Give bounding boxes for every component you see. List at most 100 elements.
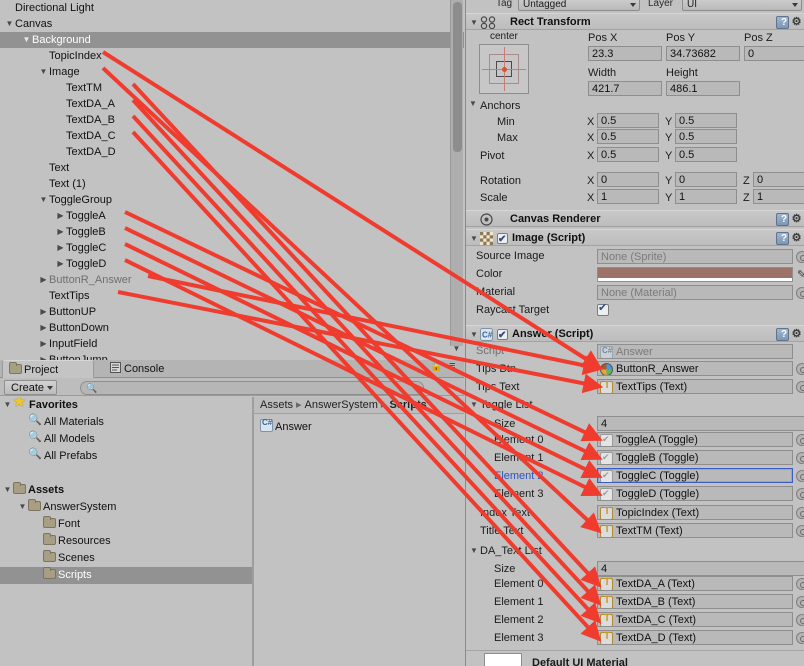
chevron-right-icon[interactable] — [55, 240, 66, 256]
hierarchy-item-buttonr-answer[interactable]: ButtonR_Answer — [0, 272, 464, 288]
project-tree-item-font[interactable]: Font — [0, 516, 252, 533]
breadcrumb-item[interactable]: AnswerSystem — [305, 399, 378, 411]
hierarchy-item-textda-a[interactable]: TextDA_A — [0, 96, 464, 112]
da-text-list-element-0-picker[interactable] — [796, 578, 804, 590]
width-field[interactable]: 421.7 — [588, 81, 662, 96]
chevron-down-icon[interactable] — [2, 397, 13, 413]
hierarchy-item-textda-d[interactable]: TextDA_D — [0, 144, 464, 160]
height-field[interactable]: 486.1 — [666, 81, 740, 96]
anchor-min-y-field[interactable]: 0.5 — [675, 113, 737, 128]
hierarchy-panel[interactable]: Directional Light Canvas Background TopicIn… — [0, 0, 464, 360]
chevron-down-icon[interactable] — [17, 499, 28, 515]
tips-btn-field[interactable]: ButtonR_Answer — [597, 361, 793, 376]
da-text-list-element-1-field[interactable]: TextDA_B (Text) — [597, 594, 793, 609]
toggle-list-element-3-picker[interactable] — [796, 488, 804, 500]
answer-enabled-checkbox[interactable] — [497, 327, 508, 344]
lock-icon[interactable] — [428, 361, 442, 375]
da-text-list-element-2-field[interactable]: TextDA_C (Text) — [597, 612, 793, 627]
gear-icon[interactable] — [790, 16, 803, 29]
pos-y-field[interactable]: 34.73682 — [666, 46, 740, 61]
hierarchy-item-toggled[interactable]: ToggleD — [0, 256, 464, 272]
hierarchy-scrollbar[interactable] — [450, 0, 463, 346]
chevron-down-icon[interactable] — [2, 482, 13, 498]
da-text-list-element-1-picker[interactable] — [796, 596, 804, 608]
da-text-list-element-3-field[interactable]: TextDA_D (Text) — [597, 630, 793, 645]
tag-dropdown[interactable]: Untagged — [518, 0, 640, 11]
chevron-down-icon[interactable]: ▼ — [469, 230, 479, 247]
chevron-right-icon[interactable] — [55, 256, 66, 272]
tips-text-picker[interactable] — [796, 381, 804, 393]
image-enabled-checkbox[interactable] — [497, 231, 508, 248]
canvas-renderer-header[interactable]: Canvas Renderer — [466, 210, 804, 228]
hierarchy-item-text[interactable]: Text — [0, 160, 464, 176]
title-text-picker[interactable] — [796, 525, 804, 537]
options-menu-icon[interactable] — [447, 360, 461, 375]
pivot-x-field[interactable]: 0.5 — [597, 147, 659, 162]
chevron-right-icon[interactable] — [38, 320, 49, 336]
breadcrumb-item[interactable]: Scripts — [389, 399, 426, 411]
project-tree-item-answersystem[interactable]: AnswerSystem — [0, 499, 252, 516]
source-image-field[interactable]: None (Sprite) — [597, 249, 793, 264]
source-image-picker[interactable] — [796, 251, 804, 263]
da-text-list-element-0-field[interactable]: TextDA_A (Text) — [597, 576, 793, 591]
tab-console[interactable]: Console — [104, 360, 172, 378]
hierarchy-item-texttm[interactable]: TextTM — [0, 80, 464, 96]
hierarchy-item-inputfield[interactable]: InputField — [0, 336, 464, 352]
index-text-field[interactable]: TopicIndex (Text) — [597, 505, 793, 520]
chevron-right-icon[interactable] — [38, 336, 49, 352]
hierarchy-item-textda-b[interactable]: TextDA_B — [0, 112, 464, 128]
material-picker[interactable] — [796, 287, 804, 299]
asset-item-answer[interactable]: Answer — [260, 418, 312, 433]
help-icon[interactable] — [776, 211, 789, 228]
chevron-right-icon[interactable] — [38, 352, 49, 360]
project-tree-item-assets[interactable]: Assets — [0, 482, 252, 499]
hierarchy-item-buttonjump[interactable]: ButtonJump — [0, 352, 464, 360]
hierarchy-tree[interactable]: Directional Light Canvas Background TopicIn… — [0, 0, 464, 360]
scale-x-field[interactable]: 1 — [597, 189, 659, 204]
anchor-max-x-field[interactable]: 0.5 — [597, 129, 659, 144]
hierarchy-item-background[interactable]: Background — [0, 32, 464, 48]
chevron-right-icon[interactable] — [55, 208, 66, 224]
chevron-right-icon[interactable] — [55, 224, 66, 240]
toggle-list-element-0-field[interactable]: ToggleA (Toggle) — [597, 432, 793, 447]
chevron-down-icon[interactable] — [21, 32, 32, 48]
hierarchy-item-togglea[interactable]: ToggleA — [0, 208, 464, 224]
da-text-list-size-field[interactable]: 4 — [597, 561, 804, 576]
toggle-list-element-1-picker[interactable] — [796, 452, 804, 464]
project-folder-tree[interactable]: Favorites All Materials All Models All Pref… — [0, 397, 252, 666]
chevron-down-icon[interactable]: ▼ — [469, 400, 479, 409]
anchor-min-x-field[interactable]: 0.5 — [597, 113, 659, 128]
hierarchy-item-canvas[interactable]: Canvas — [0, 16, 464, 32]
raycast-target-checkbox[interactable] — [597, 301, 609, 316]
hierarchy-item-buttondown[interactable]: ButtonDown — [0, 320, 464, 336]
hierarchy-item-togglegroup[interactable]: ToggleGroup — [0, 192, 464, 208]
toggle-list-element-1-field[interactable]: ToggleB (Toggle) — [597, 450, 793, 465]
project-tree-item-resources[interactable]: Resources — [0, 533, 252, 550]
material-field[interactable]: None (Material) — [597, 285, 793, 300]
hierarchy-item-text-1[interactable]: Text (1) — [0, 176, 464, 192]
hierarchy-item-togglec[interactable]: ToggleC — [0, 240, 464, 256]
chevron-down-icon[interactable] — [4, 16, 15, 32]
search-input[interactable]: 🔍 — [80, 381, 424, 395]
project-tree-item-scenes[interactable]: Scenes — [0, 550, 252, 567]
breadcrumb-item[interactable]: Assets — [260, 399, 293, 411]
toggle-list-element-3-field[interactable]: ToggleD (Toggle) — [597, 486, 793, 501]
anchor-preset-widget[interactable] — [479, 44, 529, 94]
inspector-panel[interactable]: Tag Untagged Layer UI ▼ Rect Transform ?… — [465, 0, 804, 666]
chevron-down-icon[interactable]: ▼ — [469, 326, 479, 343]
help-icon[interactable] — [776, 14, 789, 31]
hierarchy-item-toggleb[interactable]: ToggleB — [0, 224, 464, 240]
chevron-right-icon[interactable] — [38, 304, 49, 320]
hierarchy-item-image[interactable]: Image — [0, 64, 464, 80]
anchor-max-y-field[interactable]: 0.5 — [675, 129, 737, 144]
hierarchy-scroll-down-button[interactable]: ▼ — [450, 342, 463, 358]
project-asset-view[interactable]: Assets▸AnswerSystem▸Scripts Answer — [254, 397, 464, 666]
chevron-down-icon[interactable] — [38, 192, 49, 208]
toggle-list-element-2-field[interactable]: ToggleC (Toggle) — [597, 468, 793, 483]
breadcrumb[interactable]: Assets ▸ AnswerSystem ▸ Scripts — [254, 397, 464, 414]
eyedropper-icon[interactable] — [797, 268, 804, 282]
tips-btn-picker[interactable] — [796, 363, 804, 375]
image-script-header[interactable]: ▼ Image (Script) — [466, 229, 804, 248]
pos-x-field[interactable]: 23.3 — [588, 46, 662, 61]
answer-script-header[interactable]: ▼ C# Answer (Script) — [466, 325, 804, 344]
